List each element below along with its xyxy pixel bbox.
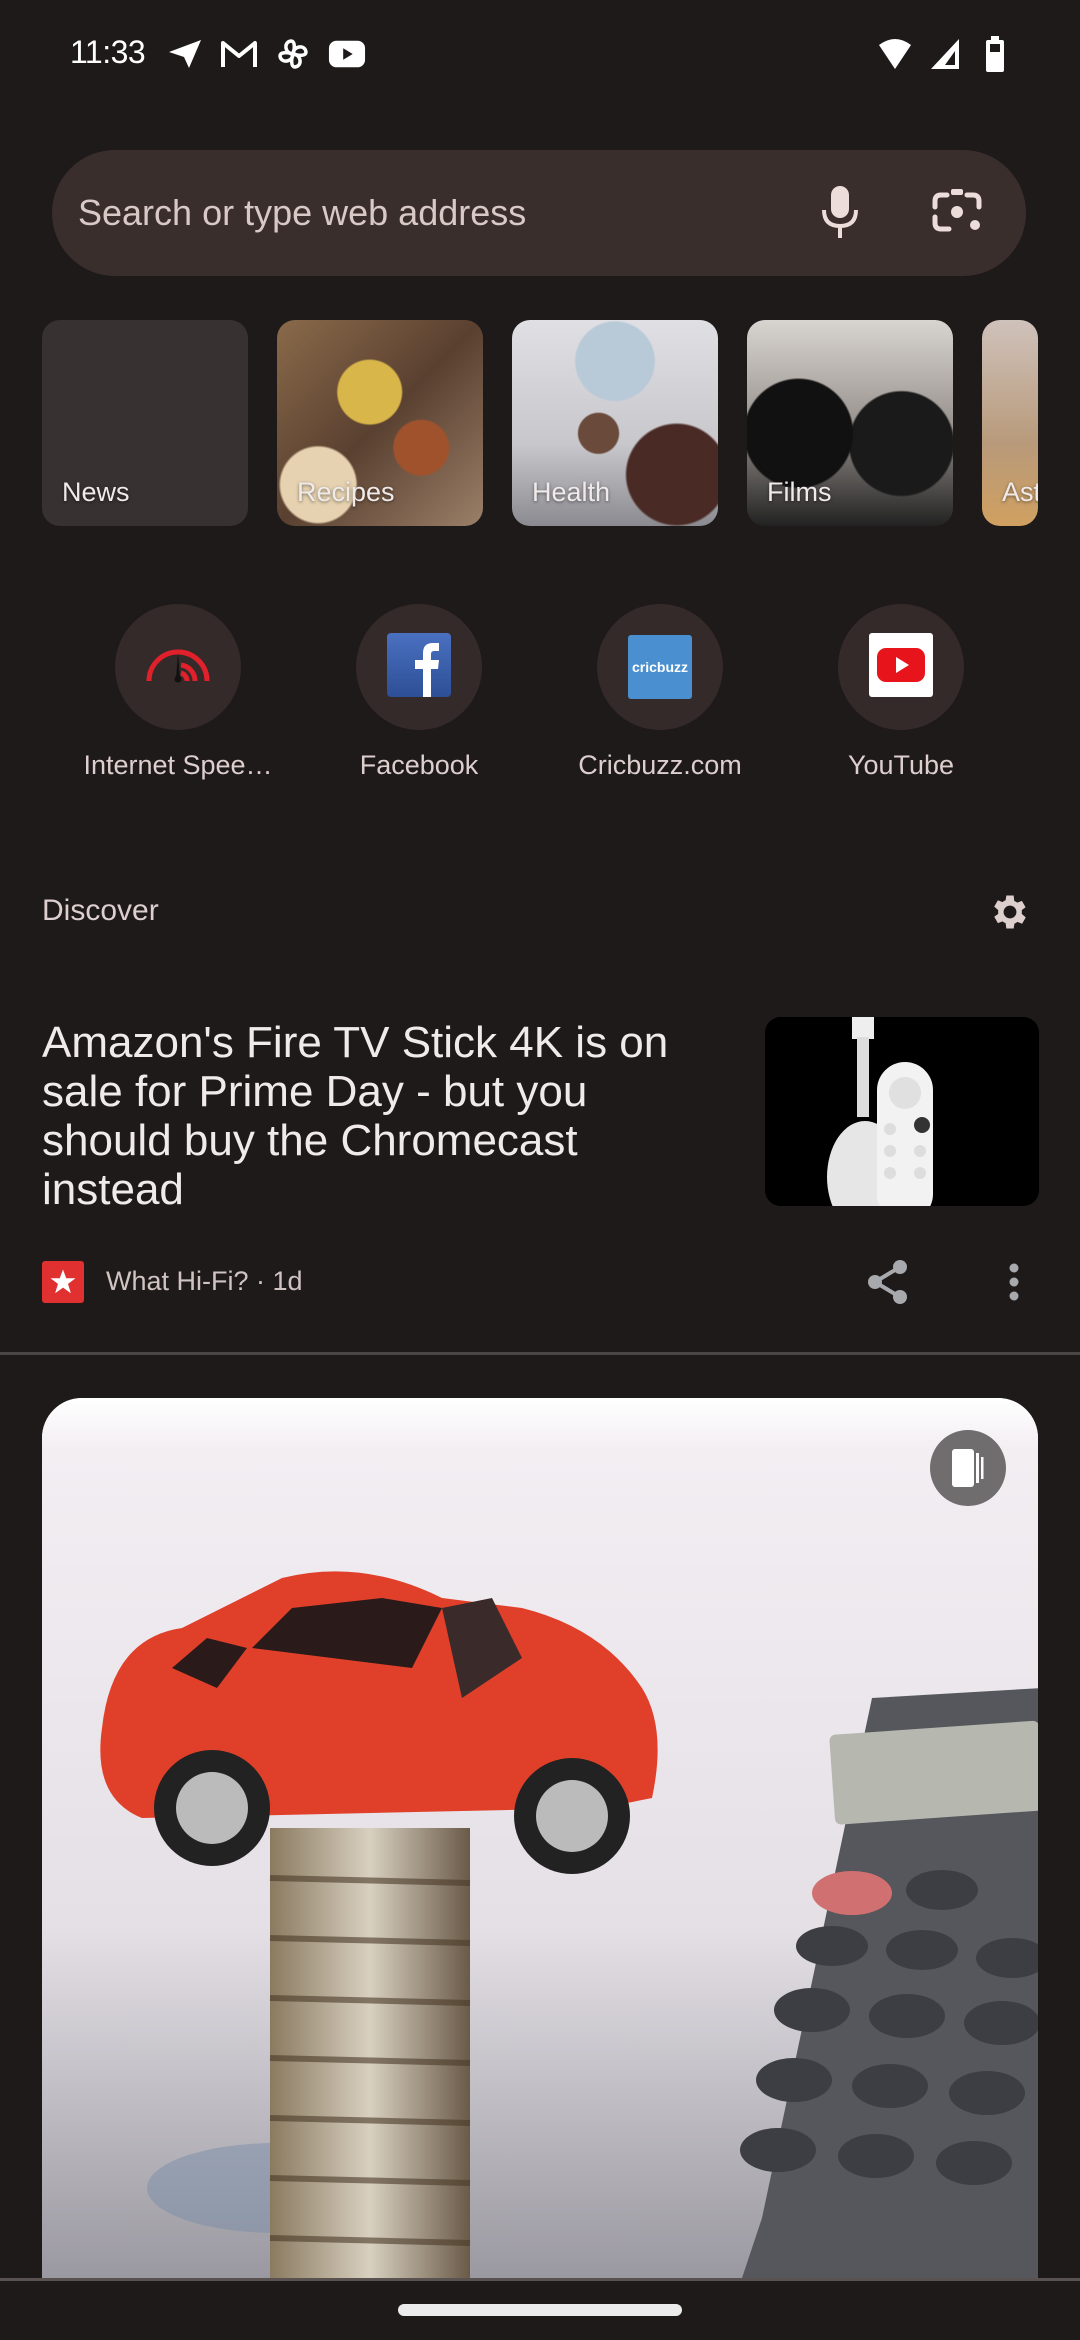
signal-icon [926, 36, 964, 72]
article-card-image[interactable] [42, 1398, 1038, 2278]
speedometer-icon [145, 645, 211, 690]
shortcut-icon-container [838, 604, 964, 730]
topic-card-astrology[interactable]: Ast [982, 320, 1038, 526]
topic-card-news[interactable]: News [42, 320, 248, 526]
topic-label: Recipes [297, 477, 395, 507]
cricbuzz-logo-text: cricbuzz [631, 659, 688, 675]
cricbuzz-icon: cricbuzz [628, 635, 692, 699]
facebook-icon [387, 632, 451, 702]
shortcut-label: Cricbuzz.com [578, 750, 742, 780]
topic-card-health[interactable]: Health [512, 320, 718, 526]
home-gesture-handle[interactable] [398, 2304, 682, 2316]
topic-carousel[interactable]: News Recipes Health Films Ast [42, 320, 1038, 526]
discover-heading: Discover [42, 894, 159, 927]
topic-card-films[interactable]: Films [747, 320, 953, 526]
article-headline[interactable]: Amazon's Fire TV Stick 4K is on sale for… [42, 1018, 702, 1214]
shortcut-icon-container [356, 604, 482, 730]
shortcut-icon-container: cricbuzz [597, 604, 723, 730]
feed-divider [0, 1352, 1080, 1355]
status-time: 11:33 [70, 34, 146, 70]
article-thumbnail[interactable] [765, 1017, 1039, 1206]
navigation-bar [0, 2278, 1080, 2340]
system-icons [876, 36, 1014, 72]
shortcut-icon-container [115, 604, 241, 730]
car-loan-image [42, 1398, 1038, 2278]
omnibox[interactable] [52, 150, 1026, 276]
topic-label: Health [532, 477, 611, 507]
shortcut-tiles: Internet Spee… Facebook cricbuzz Cricbuz… [0, 604, 1080, 794]
topic-label: News [62, 477, 130, 507]
shortcut-label: Facebook [359, 750, 479, 780]
shortcut-cricbuzz[interactable]: cricbuzz Cricbuzz.com [540, 604, 780, 781]
shortcut-facebook[interactable]: Facebook [299, 604, 539, 781]
topic-label: Ast [1002, 477, 1038, 507]
more-options-icon[interactable] [996, 1256, 1032, 1308]
shortcut-youtube[interactable]: YouTube [781, 604, 1021, 781]
article-source: What Hi-Fi? · 1d [106, 1266, 303, 1296]
chromecast-image [765, 1017, 1039, 1206]
source-logo-icon [42, 1261, 84, 1303]
notification-icons [166, 36, 366, 72]
search-input[interactable] [78, 192, 778, 234]
battery-icon [976, 36, 1014, 72]
status-bar: 11:33 [0, 0, 1080, 110]
topic-label: Films [767, 477, 832, 507]
telegram-icon [166, 36, 204, 72]
shortcut-label: Internet Spee… [83, 750, 273, 780]
wifi-icon [876, 36, 914, 72]
pinwheel-icon [274, 36, 312, 72]
youtube-icon [869, 632, 933, 702]
web-story-icon[interactable] [930, 1430, 1006, 1506]
lens-icon[interactable] [922, 180, 992, 244]
shortcut-label: YouTube [847, 750, 955, 780]
shortcut-internet-speed[interactable]: Internet Spee… [58, 604, 298, 781]
share-icon[interactable] [862, 1256, 914, 1308]
gmail-icon [220, 36, 258, 72]
topic-card-recipes[interactable]: Recipes [277, 320, 483, 526]
youtube-icon [328, 36, 366, 72]
gear-icon[interactable] [986, 888, 1034, 936]
mic-icon[interactable] [808, 180, 872, 244]
